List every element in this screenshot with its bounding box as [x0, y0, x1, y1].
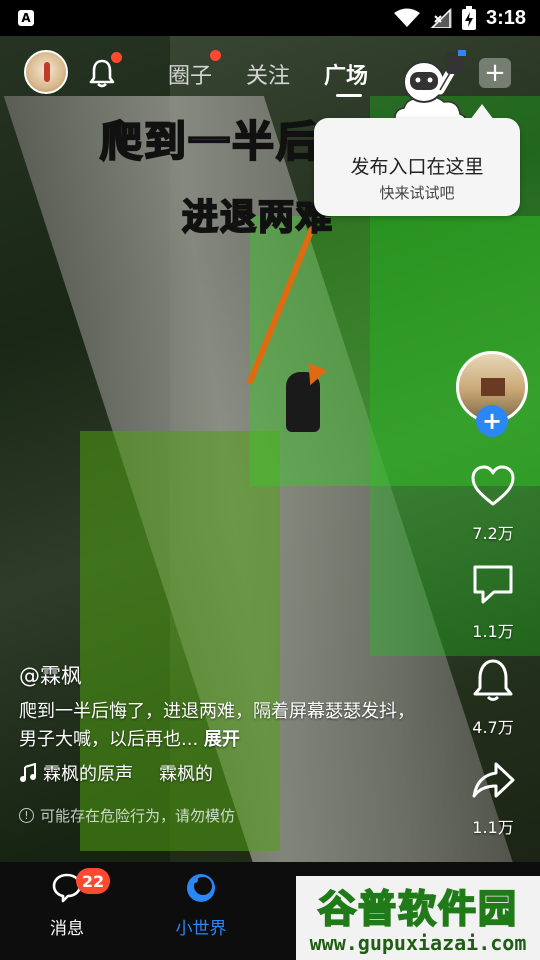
signal-icon [429, 8, 452, 28]
messages-badge: 22 [76, 868, 110, 894]
my-avatar[interactable] [24, 50, 68, 94]
watermark-title: 谷普软件园 [317, 886, 518, 932]
watermark-url: www.gupuxiazai.com [309, 931, 527, 955]
tab-following[interactable]: 关注 [246, 58, 290, 90]
small-world-icon [187, 874, 215, 902]
music-title: 霖枫的原声 [43, 764, 133, 785]
music-info[interactable]: 霖枫的原声 霖枫的 [19, 760, 213, 786]
video-green-area [80, 431, 280, 851]
warning-text: 可能存在危险行为，请勿模仿 [40, 807, 236, 825]
share-arrow-icon [472, 762, 515, 798]
nav-small-world[interactable]: 小世界 [156, 872, 246, 939]
like-count: 7.2万 [472, 524, 514, 543]
post-description: 爬到一半后悔了，进退两难，隔着屏幕瑟瑟发抖，男子大喊，以后再也... 展开 [19, 698, 419, 754]
follow-button[interactable]: + [476, 405, 508, 437]
publish-button[interactable]: + [479, 58, 511, 88]
share-count: 1.1万 [472, 818, 514, 837]
nav-small-world-label: 小世界 [175, 919, 227, 939]
remind-button[interactable]: 4.7万 [460, 658, 526, 738]
comment-count: 1.1万 [472, 622, 514, 641]
tooltip-title: 发布入口在这里 [350, 156, 484, 178]
like-button[interactable]: 7.2万 [460, 464, 526, 544]
tab-square[interactable]: 广场 [324, 58, 368, 90]
publish-tooltip[interactable]: 发布入口在这里 快来试试吧 [314, 104, 520, 216]
music-note-icon [20, 763, 36, 782]
heart-icon [471, 465, 515, 506]
author-name[interactable]: @霖枫 [19, 660, 82, 690]
comment-button[interactable]: 1.1万 [460, 562, 526, 642]
site-watermark: 谷普软件园 www.gupuxiazai.com [296, 876, 540, 960]
bell-icon [473, 659, 513, 701]
tab-circle[interactable]: 圈子 [168, 58, 212, 90]
notification-dot [111, 52, 122, 63]
music-title-scroll: 霖枫的 [159, 764, 213, 785]
notification-bell-icon[interactable] [88, 58, 116, 88]
app-notification-icon: A [18, 10, 34, 26]
active-tab-indicator [336, 94, 362, 97]
status-bar: A 3:18 [0, 0, 540, 36]
wifi-icon [393, 8, 420, 27]
battery-charging-icon [461, 6, 476, 30]
tab-circle-dot [210, 50, 221, 61]
nav-messages-label: 消息 [50, 919, 84, 939]
clock: 3:18 [485, 6, 526, 29]
video-caption-line2: 进退两难 [181, 196, 335, 239]
expand-link[interactable]: 展开 [204, 729, 240, 750]
comment-icon [473, 565, 513, 604]
tooltip-subtitle: 快来试试吧 [379, 184, 455, 202]
info-icon: ! [19, 808, 34, 823]
risk-warning: ! 可能存在危险行为，请勿模仿 [19, 805, 235, 826]
share-button[interactable]: 1.1万 [460, 758, 526, 838]
remind-count: 4.7万 [472, 718, 514, 737]
